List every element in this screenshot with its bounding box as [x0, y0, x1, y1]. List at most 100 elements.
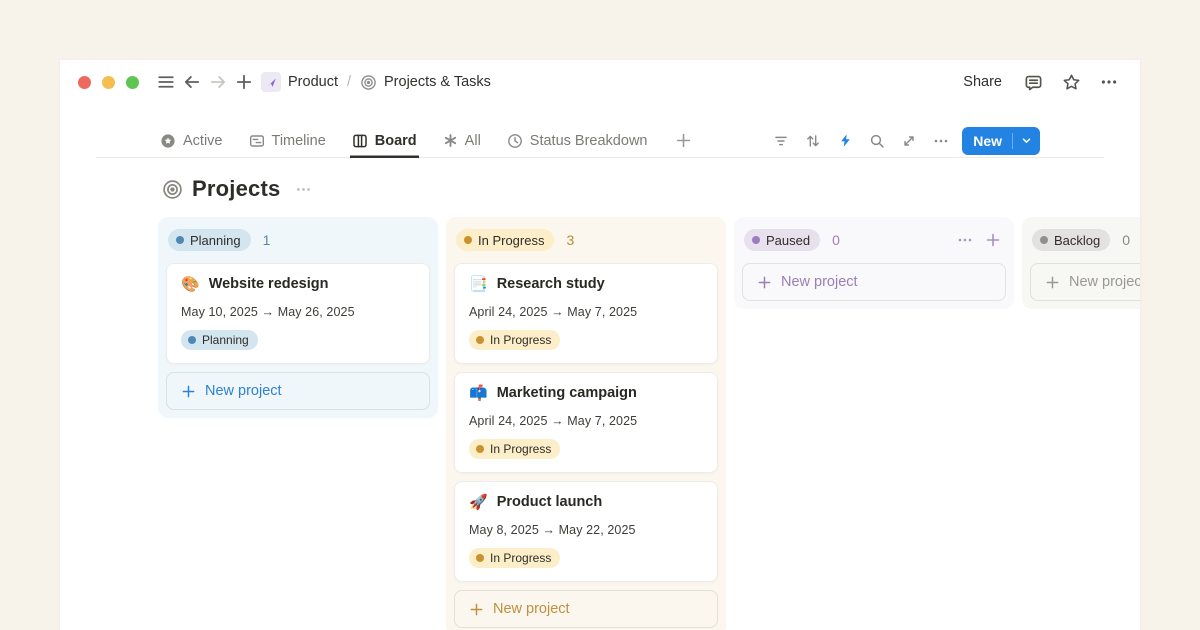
- asterisk-icon: [443, 133, 458, 148]
- zoom-window-button[interactable]: [126, 76, 139, 89]
- status-badge[interactable]: Backlog: [1032, 229, 1110, 251]
- card-dates: April 24, 2025 → May 7, 2025: [469, 305, 703, 319]
- project-card[interactable]: 📑 Research study April 24, 2025 → May 7,…: [454, 263, 718, 364]
- status-label: Backlog: [1054, 233, 1100, 248]
- board-icon: [352, 133, 368, 149]
- status-badge[interactable]: In Progress: [456, 229, 554, 251]
- column-more-icon[interactable]: [956, 231, 974, 249]
- status-badge: In Progress: [469, 439, 560, 459]
- clock-icon: [507, 133, 523, 149]
- status-label: In Progress: [490, 333, 551, 347]
- sort-icon[interactable]: [804, 132, 822, 150]
- status-label: Planning: [190, 233, 241, 248]
- close-window-button[interactable]: [78, 76, 91, 89]
- status-dot: [476, 445, 484, 453]
- column-header: Backlog 0: [1030, 225, 1140, 255]
- timeline-icon: [249, 133, 265, 149]
- view-toolbar: Active Timeline Board: [96, 124, 1104, 158]
- breadcrumb-workspace[interactable]: Product: [288, 74, 338, 90]
- topbar-actions: Share: [955, 68, 1124, 96]
- column-count: 0: [1122, 232, 1130, 248]
- card-dates: May 8, 2025 → May 22, 2025: [469, 523, 703, 537]
- tab-status-breakdown[interactable]: Status Breakdown: [505, 124, 650, 158]
- card-title: Website redesign: [209, 276, 329, 292]
- status-badge[interactable]: Planning: [168, 229, 251, 251]
- status-label: In Progress: [490, 551, 551, 565]
- new-project-label: New project: [1069, 274, 1140, 290]
- status-dot: [1040, 236, 1048, 244]
- sidebar-toggle-icon[interactable]: [153, 69, 179, 95]
- card-title: Product launch: [497, 494, 603, 510]
- new-button-label[interactable]: New: [962, 133, 1012, 149]
- new-button[interactable]: New: [962, 127, 1040, 155]
- plus-icon: [181, 384, 196, 399]
- comments-icon[interactable]: [1018, 68, 1048, 96]
- new-project-label: New project: [205, 383, 282, 399]
- card-dates: April 24, 2025 → May 7, 2025: [469, 414, 703, 428]
- title-more-icon[interactable]: [295, 181, 312, 198]
- status-badge: Planning: [181, 330, 258, 350]
- back-icon[interactable]: [179, 69, 205, 95]
- card-emoji-icon: 📑: [469, 277, 488, 292]
- card-emoji-icon: 🎨: [181, 277, 200, 292]
- tab-timeline[interactable]: Timeline: [247, 124, 328, 158]
- view-controls: [772, 132, 950, 150]
- desktop-background: Product / Projects & Tasks Share: [0, 0, 1200, 630]
- app-window: Product / Projects & Tasks Share: [60, 60, 1140, 630]
- forward-icon[interactable]: [205, 69, 231, 95]
- plus-icon: [469, 602, 484, 617]
- status-badge[interactable]: Paused: [744, 229, 820, 251]
- tab-label: Status Breakdown: [530, 133, 648, 149]
- new-page-plus-icon[interactable]: [231, 69, 257, 95]
- tab-active[interactable]: Active: [158, 124, 225, 158]
- new-project-label: New project: [493, 601, 570, 617]
- board: Planning 1 🎨 Website redesign May 10, 20…: [60, 217, 1140, 630]
- expand-icon[interactable]: [900, 132, 918, 150]
- status-label: In Progress: [490, 442, 551, 456]
- target-icon: [360, 74, 377, 91]
- automation-bolt-icon[interactable]: [836, 132, 854, 150]
- column-count: 3: [566, 232, 574, 248]
- traffic-lights: [78, 76, 139, 89]
- new-project-button[interactable]: New project: [1030, 263, 1140, 301]
- new-project-button[interactable]: New project: [742, 263, 1006, 301]
- project-card[interactable]: 🚀 Product launch May 8, 2025 → May 22, 2…: [454, 481, 718, 582]
- page-title: Projects: [192, 176, 280, 202]
- share-button[interactable]: Share: [955, 70, 1010, 94]
- column-add-icon[interactable]: [984, 231, 1002, 249]
- search-icon[interactable]: [868, 132, 886, 150]
- favorite-star-icon[interactable]: [1056, 68, 1086, 96]
- tab-board[interactable]: Board: [350, 124, 419, 158]
- status-label: Paused: [766, 233, 810, 248]
- board-column-paused: Paused 0 New project: [734, 217, 1014, 309]
- column-header: Paused 0: [742, 225, 1006, 255]
- project-card[interactable]: 🎨 Website redesign May 10, 2025 → May 26…: [166, 263, 430, 364]
- card-title: Research study: [497, 276, 605, 292]
- new-project-button[interactable]: New project: [166, 372, 430, 410]
- breadcrumb-page[interactable]: Projects & Tasks: [384, 74, 491, 90]
- new-project-button[interactable]: New project: [454, 590, 718, 628]
- project-card[interactable]: 📫 Marketing campaign April 24, 2025 → Ma…: [454, 372, 718, 473]
- column-count: 0: [832, 232, 840, 248]
- status-dot: [476, 554, 484, 562]
- star-circle-icon: [160, 133, 176, 149]
- status-dot: [464, 236, 472, 244]
- chevron-down-icon[interactable]: [1013, 135, 1040, 146]
- minimize-window-button[interactable]: [102, 76, 115, 89]
- more-icon[interactable]: [932, 132, 950, 150]
- tab-all[interactable]: All: [441, 124, 483, 158]
- more-icon[interactable]: [1094, 68, 1124, 96]
- filter-icon[interactable]: [772, 132, 790, 150]
- status-badge: In Progress: [469, 330, 560, 350]
- add-view-plus-icon[interactable]: [675, 132, 692, 149]
- card-emoji-icon: 📫: [469, 386, 488, 401]
- new-project-label: New project: [781, 274, 858, 290]
- status-dot: [176, 236, 184, 244]
- breadcrumb-separator: /: [347, 74, 351, 90]
- status-dot: [476, 336, 484, 344]
- page-title-row: Projects: [162, 174, 1140, 204]
- status-dot: [752, 236, 760, 244]
- workspace-logo-icon[interactable]: [261, 72, 281, 92]
- card-dates: May 10, 2025 → May 26, 2025: [181, 305, 415, 319]
- status-label: In Progress: [478, 233, 544, 248]
